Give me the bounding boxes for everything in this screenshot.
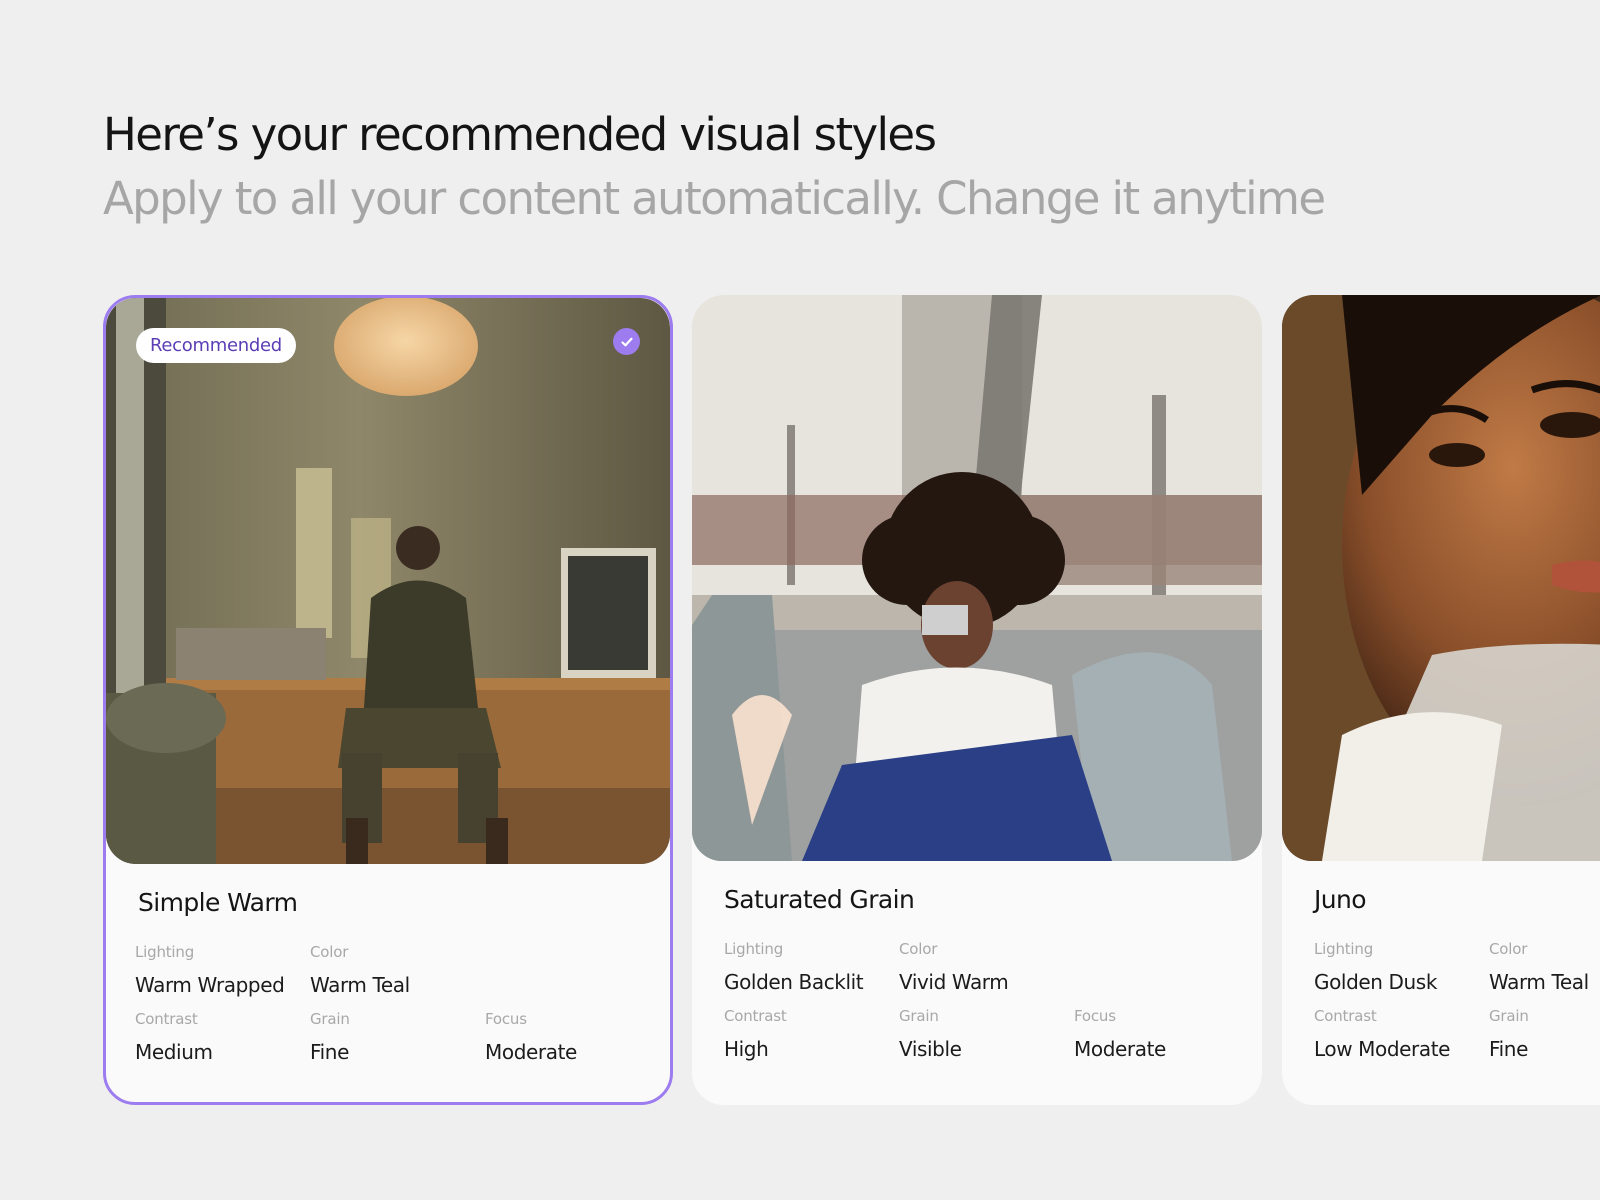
attr-label-lighting: Lighting xyxy=(724,940,784,958)
attr-label-grain: Grain xyxy=(1489,1007,1529,1025)
attr-grain: Grain Visible xyxy=(899,1007,1069,1061)
style-card-juno[interactable]: Juno Lighting Golden Dusk Color Warm Tea… xyxy=(1282,295,1600,1105)
attr-focus: Focus Moderate xyxy=(1074,1007,1244,1061)
attr-label-lighting: Lighting xyxy=(135,943,195,961)
attr-label-lighting: Lighting xyxy=(1314,940,1374,958)
attr-value-contrast: High xyxy=(724,1037,769,1061)
attr-value-focus: Moderate xyxy=(1074,1037,1166,1061)
attr-grain: Grain Fine xyxy=(310,1010,480,1064)
attr-value-grain: Visible xyxy=(899,1037,962,1061)
attr-label-contrast: Contrast xyxy=(1314,1007,1377,1025)
attr-color: Color Warm Teal xyxy=(1489,940,1600,994)
card-photo-simple-warm xyxy=(106,298,670,864)
check-icon xyxy=(613,328,640,355)
attr-value-lighting: Warm Wrapped xyxy=(135,973,285,997)
card-photo-juno xyxy=(1282,295,1600,861)
attr-focus: Focus Moderate xyxy=(485,1010,655,1064)
attr-label-contrast: Contrast xyxy=(135,1010,198,1028)
attr-label-focus: Focus xyxy=(1074,1007,1116,1025)
card-title: Saturated Grain xyxy=(724,885,915,914)
card-photo-saturated-grain xyxy=(692,295,1262,861)
attr-value-lighting: Golden Dusk xyxy=(1314,970,1438,994)
attr-value-focus: Moderate xyxy=(485,1040,577,1064)
attr-value-color: Vivid Warm xyxy=(899,970,1009,994)
attr-label-grain: Grain xyxy=(899,1007,939,1025)
attr-contrast: Contrast Low Moderate xyxy=(1314,1007,1484,1061)
attr-lighting: Lighting Golden Dusk xyxy=(1314,940,1484,994)
attr-color: Color Vivid Warm xyxy=(899,940,1069,994)
attr-label-color: Color xyxy=(310,943,349,961)
attr-contrast: Contrast High xyxy=(724,1007,894,1061)
attr-lighting: Lighting Warm Wrapped xyxy=(135,943,305,997)
card-title: Simple Warm xyxy=(138,888,298,917)
attr-contrast: Contrast Medium xyxy=(135,1010,305,1064)
recommended-badge: Recommended xyxy=(136,328,296,363)
attr-label-grain: Grain xyxy=(310,1010,350,1028)
attr-color: Color Warm Teal xyxy=(310,943,480,997)
attr-value-color: Warm Teal xyxy=(310,973,410,997)
attr-label-color: Color xyxy=(899,940,938,958)
attr-value-color: Warm Teal xyxy=(1489,970,1589,994)
attr-value-grain: Fine xyxy=(1489,1037,1528,1061)
attr-lighting: Lighting Golden Backlit xyxy=(724,940,894,994)
attr-value-contrast: Low Moderate xyxy=(1314,1037,1451,1061)
attr-value-contrast: Medium xyxy=(135,1040,213,1064)
attr-grain: Grain Fine xyxy=(1489,1007,1600,1061)
attr-label-contrast: Contrast xyxy=(724,1007,787,1025)
style-cards-row: Recommended Simple Warm Lighting Warm Wr… xyxy=(0,0,1600,1200)
card-title: Juno xyxy=(1314,885,1367,914)
style-card-simple-warm[interactable]: Recommended Simple Warm Lighting Warm Wr… xyxy=(103,295,673,1105)
attr-value-lighting: Golden Backlit xyxy=(724,970,864,994)
attr-label-color: Color xyxy=(1489,940,1528,958)
attr-label-focus: Focus xyxy=(485,1010,527,1028)
style-card-saturated-grain[interactable]: Saturated Grain Lighting Golden Backlit … xyxy=(692,295,1262,1105)
attr-value-grain: Fine xyxy=(310,1040,349,1064)
